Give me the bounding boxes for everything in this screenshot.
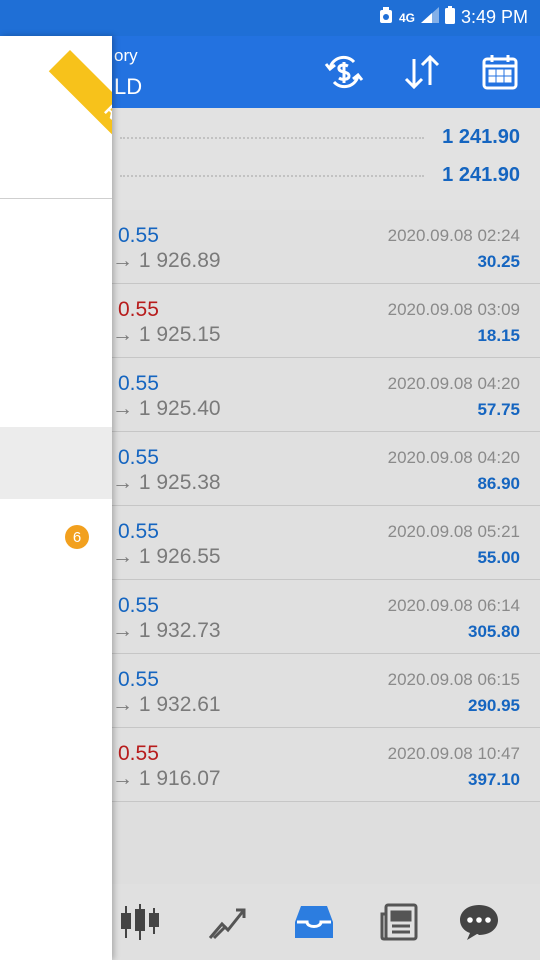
nav-chat[interactable] (457, 900, 501, 944)
trade-profit: 290.95 (468, 696, 520, 715)
sort-icon (404, 55, 440, 89)
navigation-drawer: Real 6 (0, 36, 112, 960)
dotted-leader (120, 174, 425, 177)
news-icon (380, 903, 418, 941)
trade-time: 2020.09.08 06:14 (387, 596, 520, 615)
status-time: 3:49 PM (460, 7, 528, 27)
status-bar: 4G 3:49 PM (0, 0, 540, 36)
trade-volume: 0.55 (118, 224, 159, 247)
calendar-button[interactable] (480, 52, 520, 92)
trade-time: 2020.09.08 10:47 (387, 744, 520, 763)
summary-row: 1 241.90 (120, 126, 520, 149)
calendar-icon (482, 55, 518, 90)
trade-profit: 57.75 (477, 400, 520, 419)
trade-time: 2020.09.08 04:20 (387, 374, 520, 393)
network-type: 4G (398, 10, 415, 25)
signal-icon (420, 7, 439, 28)
trade-time: 2020.09.08 06:15 (387, 670, 520, 689)
currency-exchange-icon (324, 55, 364, 89)
trade-profit: 30.25 (477, 252, 520, 271)
ribbon-label: Real (100, 100, 112, 140)
trade-price: → 1 925.15 (112, 323, 221, 346)
trade-price: → 1 932.73 (112, 619, 221, 642)
trade-profit: 55.00 (477, 548, 520, 567)
header-subtitle: LD (114, 74, 143, 99)
trade-profit: 397.10 (468, 770, 520, 789)
account-type-ribbon: Real (30, 36, 112, 176)
nav-quotes[interactable] (120, 900, 164, 944)
quotes-icon (121, 904, 159, 940)
trade-time: 2020.09.08 05:21 (387, 522, 520, 541)
trade-price: → 1 926.89 (112, 249, 221, 272)
chart-icon (208, 908, 246, 940)
header-title: ory (114, 46, 138, 65)
trade-volume: 0.55 (118, 446, 159, 469)
trade-icon (295, 906, 333, 938)
nav-news[interactable] (378, 900, 422, 944)
trade-price: → 1 925.38 (112, 471, 221, 494)
nav-trade[interactable] (292, 900, 336, 944)
dotted-leader (120, 136, 425, 139)
summary-value: 1 241.90 (442, 126, 520, 148)
trade-price: → 1 932.61 (112, 693, 221, 716)
trade-price: → 1 926.55 (112, 545, 221, 568)
nav-chart[interactable] (206, 900, 250, 944)
drawer-item-selected[interactable] (0, 427, 112, 499)
trade-profit: 305.80 (468, 622, 520, 641)
ribbon-band: Real (48, 50, 112, 176)
trade-volume: 0.55 (118, 520, 159, 543)
trade-volume: 0.55 (118, 298, 159, 321)
trade-profit: 86.90 (477, 474, 520, 493)
battery-icon (444, 6, 455, 29)
notification-badge: 6 (65, 525, 89, 549)
trade-volume: 0.55 (118, 742, 159, 765)
trade-volume: 0.55 (118, 668, 159, 691)
trade-profit: 18.15 (477, 326, 520, 345)
trade-volume: 0.55 (118, 594, 159, 617)
trade-time: 2020.09.08 03:09 (387, 300, 520, 319)
summary-value: 1 241.90 (442, 164, 520, 186)
trade-time: 2020.09.08 02:24 (387, 226, 520, 245)
drawer-divider (0, 198, 112, 199)
trade-price: → 1 925.40 (112, 397, 221, 420)
trade-volume: 0.55 (118, 372, 159, 395)
summary-row: 1 241.90 (120, 164, 520, 187)
chat-icon (460, 905, 498, 940)
sort-button[interactable] (402, 52, 442, 92)
trade-time: 2020.09.08 04:20 (387, 448, 520, 467)
notification-icon (379, 6, 393, 29)
trade-price: → 1 916.07 (112, 767, 221, 790)
currency-exchange-button[interactable] (324, 52, 364, 92)
